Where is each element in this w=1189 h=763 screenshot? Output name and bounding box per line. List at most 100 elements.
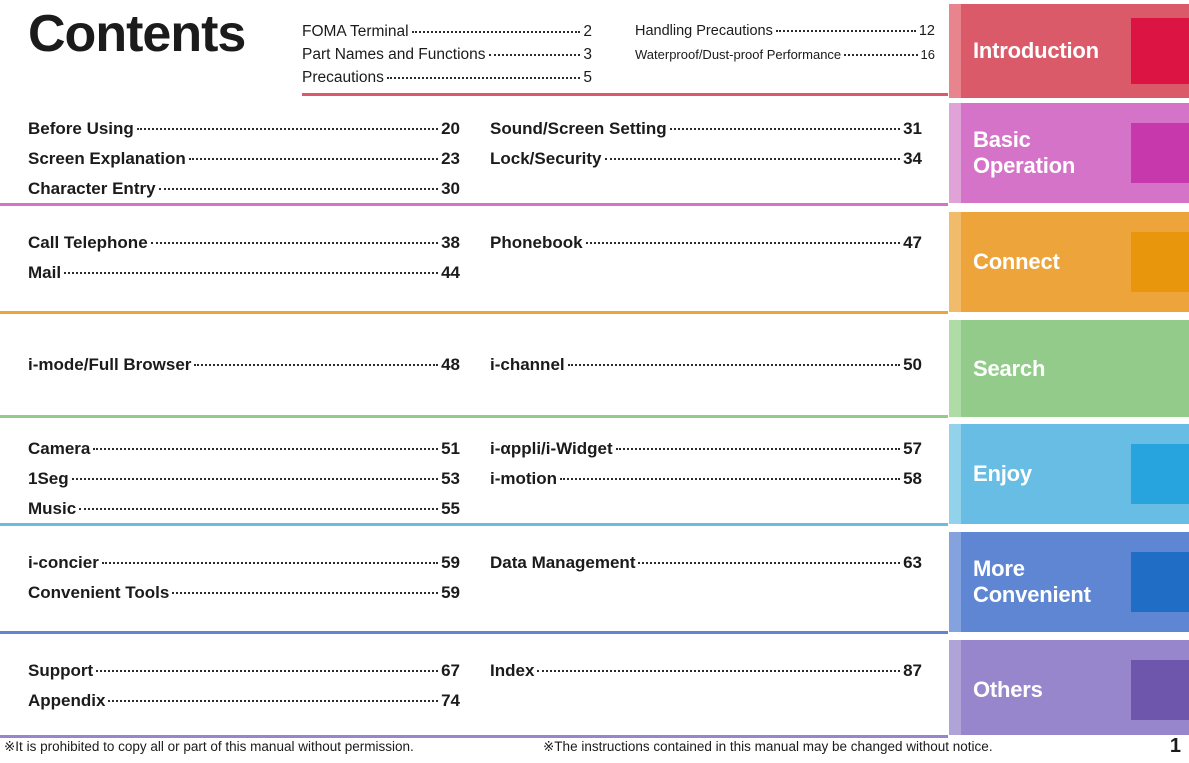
sidebar-tab-more-convenient[interactable]: More Convenient xyxy=(949,532,1189,632)
header-toc-column-1: FOMA Terminal 2 Part Names and Functions 3 P… xyxy=(302,20,592,89)
toc-label: Convenient Tools xyxy=(28,583,170,602)
toc-page: 87 xyxy=(903,661,922,680)
header-divider xyxy=(302,93,948,96)
section-column-right: Phonebook 47 xyxy=(490,228,922,258)
tab-label: Others xyxy=(973,676,1043,702)
toc-item[interactable]: Sound/Screen Setting 31 xyxy=(490,114,922,144)
sidebar-tab-basic-operation[interactable]: Basic Operation xyxy=(949,103,1189,203)
sidebar-tab-introduction[interactable]: Introduction xyxy=(949,4,1189,98)
tab-accent-square xyxy=(1131,123,1189,183)
toc-item[interactable]: Character Entry 30 xyxy=(28,174,460,204)
dotted-leader xyxy=(194,364,439,366)
sidebar-tab-enjoy[interactable]: Enjoy xyxy=(949,424,1189,524)
toc-item[interactable]: Convenient Tools 59 xyxy=(28,578,460,608)
toc-label: Support xyxy=(28,661,94,680)
section-column-right: i-αppli/i-Widget 57 i-motion 58 xyxy=(490,434,922,494)
toc-page: 63 xyxy=(903,553,922,572)
dotted-leader xyxy=(560,478,901,480)
header-toc-item[interactable]: FOMA Terminal 2 xyxy=(302,20,592,43)
dotted-leader xyxy=(93,448,439,450)
toc-item[interactable]: Phonebook 47 xyxy=(490,228,922,258)
tab-accent-square xyxy=(1131,18,1189,84)
toc-item[interactable]: i-motion 58 xyxy=(490,464,922,494)
page-footer: ※It is prohibited to copy all or part of… xyxy=(0,735,1189,763)
toc-item[interactable]: Index 87 xyxy=(490,656,922,686)
dotted-leader xyxy=(158,188,439,190)
header-toc-item[interactable]: Waterproof/Dust-proof Performance 16 xyxy=(635,43,935,66)
toc-label: Mail xyxy=(28,263,62,282)
tab-label: Connect xyxy=(973,249,1060,274)
toc-item[interactable]: Before Using 20 xyxy=(28,114,460,144)
sidebar-tab-others[interactable]: Others xyxy=(949,640,1189,739)
header-toc-page: 12 xyxy=(918,23,935,39)
dotted-leader xyxy=(101,562,439,564)
tab-stripe xyxy=(949,532,961,632)
toc-label: i-concier xyxy=(28,553,99,572)
header-toc-label: Precautions xyxy=(302,69,384,86)
toc-page: 59 xyxy=(441,583,460,602)
dotted-leader xyxy=(567,364,901,366)
dotted-leader xyxy=(775,30,916,32)
toc-item[interactable]: i-concier 59 xyxy=(28,548,460,578)
tab-accent-square xyxy=(1131,552,1189,612)
toc-item[interactable]: 1Seg 53 xyxy=(28,464,460,494)
tab-label: More Convenient xyxy=(973,556,1091,607)
toc-item[interactable]: Lock/Security 34 xyxy=(490,144,922,174)
header-toc-label: Handling Precautions xyxy=(635,23,773,39)
tab-stripe xyxy=(949,424,961,524)
section-column-right: Data Management 63 xyxy=(490,548,922,578)
toc-label: Data Management xyxy=(490,553,636,572)
dotted-leader xyxy=(96,670,439,672)
toc-item[interactable]: i-mode/Full Browser 48 xyxy=(28,350,460,380)
header-toc-page: 2 xyxy=(583,23,592,40)
page-title: Contents xyxy=(28,5,246,63)
toc-item[interactable]: Camera 51 xyxy=(28,434,460,464)
tab-label: Search xyxy=(973,355,1046,381)
tab-stripe xyxy=(949,212,961,312)
toc-item[interactable]: Call Telephone 38 xyxy=(28,228,460,258)
dotted-leader xyxy=(79,508,439,510)
tab-stripe xyxy=(949,320,961,417)
toc-item[interactable]: Mail 44 xyxy=(28,258,460,288)
toc-page: 59 xyxy=(441,553,460,572)
dotted-leader xyxy=(669,128,901,130)
header-toc-item[interactable]: Part Names and Functions 3 xyxy=(302,43,592,66)
page-number: 1 xyxy=(1169,735,1181,757)
toc-page: 20 xyxy=(441,119,460,138)
dotted-leader xyxy=(64,272,439,274)
header-toc-item[interactable]: Precautions 5 xyxy=(302,66,592,89)
section-column-left: Call Telephone 38 Mail 44 xyxy=(28,228,460,288)
toc-label: Lock/Security xyxy=(490,149,602,168)
sidebar-tab-search[interactable]: Search xyxy=(949,320,1189,417)
toc-item[interactable]: i-αppli/i-Widget 57 xyxy=(490,434,922,464)
section-row: Call Telephone 38 Mail 44 Phonebook 47 xyxy=(0,206,948,314)
tab-stripe xyxy=(949,4,961,98)
toc-item[interactable]: Screen Explanation 23 xyxy=(28,144,460,174)
section-column-right: Sound/Screen Setting 31 Lock/Security 34 xyxy=(490,114,922,174)
toc-label: i-channel xyxy=(490,355,565,374)
section-column-left: Camera 51 1Seg 53 Music 55 xyxy=(28,434,460,524)
header-toc-item[interactable]: Handling Precautions 12 xyxy=(635,20,935,43)
section-row: Support 67 Appendix 74 Index 87 xyxy=(0,634,948,739)
dotted-leader xyxy=(386,77,581,79)
footer-rule xyxy=(0,735,948,738)
tab-accent-square xyxy=(1131,232,1189,292)
toc-page: 58 xyxy=(903,469,922,488)
section-row: Before Using 20 Screen Explanation 23 Charac… xyxy=(0,98,948,206)
section-row: Camera 51 1Seg 53 Music 55 i-αppli/i-Widget 57 i… xyxy=(0,418,948,526)
toc-item[interactable]: i-channel 50 xyxy=(490,350,922,380)
toc-item[interactable]: Music 55 xyxy=(28,494,460,524)
toc-label: Sound/Screen Setting xyxy=(490,119,667,138)
toc-item[interactable]: Appendix 74 xyxy=(28,686,460,716)
sidebar-tab-connect[interactable]: Connect xyxy=(949,212,1189,312)
tab-accent-square xyxy=(1131,444,1189,504)
toc-label: Camera xyxy=(28,439,91,458)
toc-label: i-mode/Full Browser xyxy=(28,355,192,374)
header-toc-label: FOMA Terminal xyxy=(302,23,409,40)
toc-label: Screen Explanation xyxy=(28,149,186,168)
toc-item[interactable]: Support 67 xyxy=(28,656,460,686)
tab-stripe xyxy=(949,640,961,739)
toc-item[interactable]: Data Management 63 xyxy=(490,548,922,578)
toc-page: 31 xyxy=(903,119,922,138)
toc-page: 47 xyxy=(903,233,922,252)
